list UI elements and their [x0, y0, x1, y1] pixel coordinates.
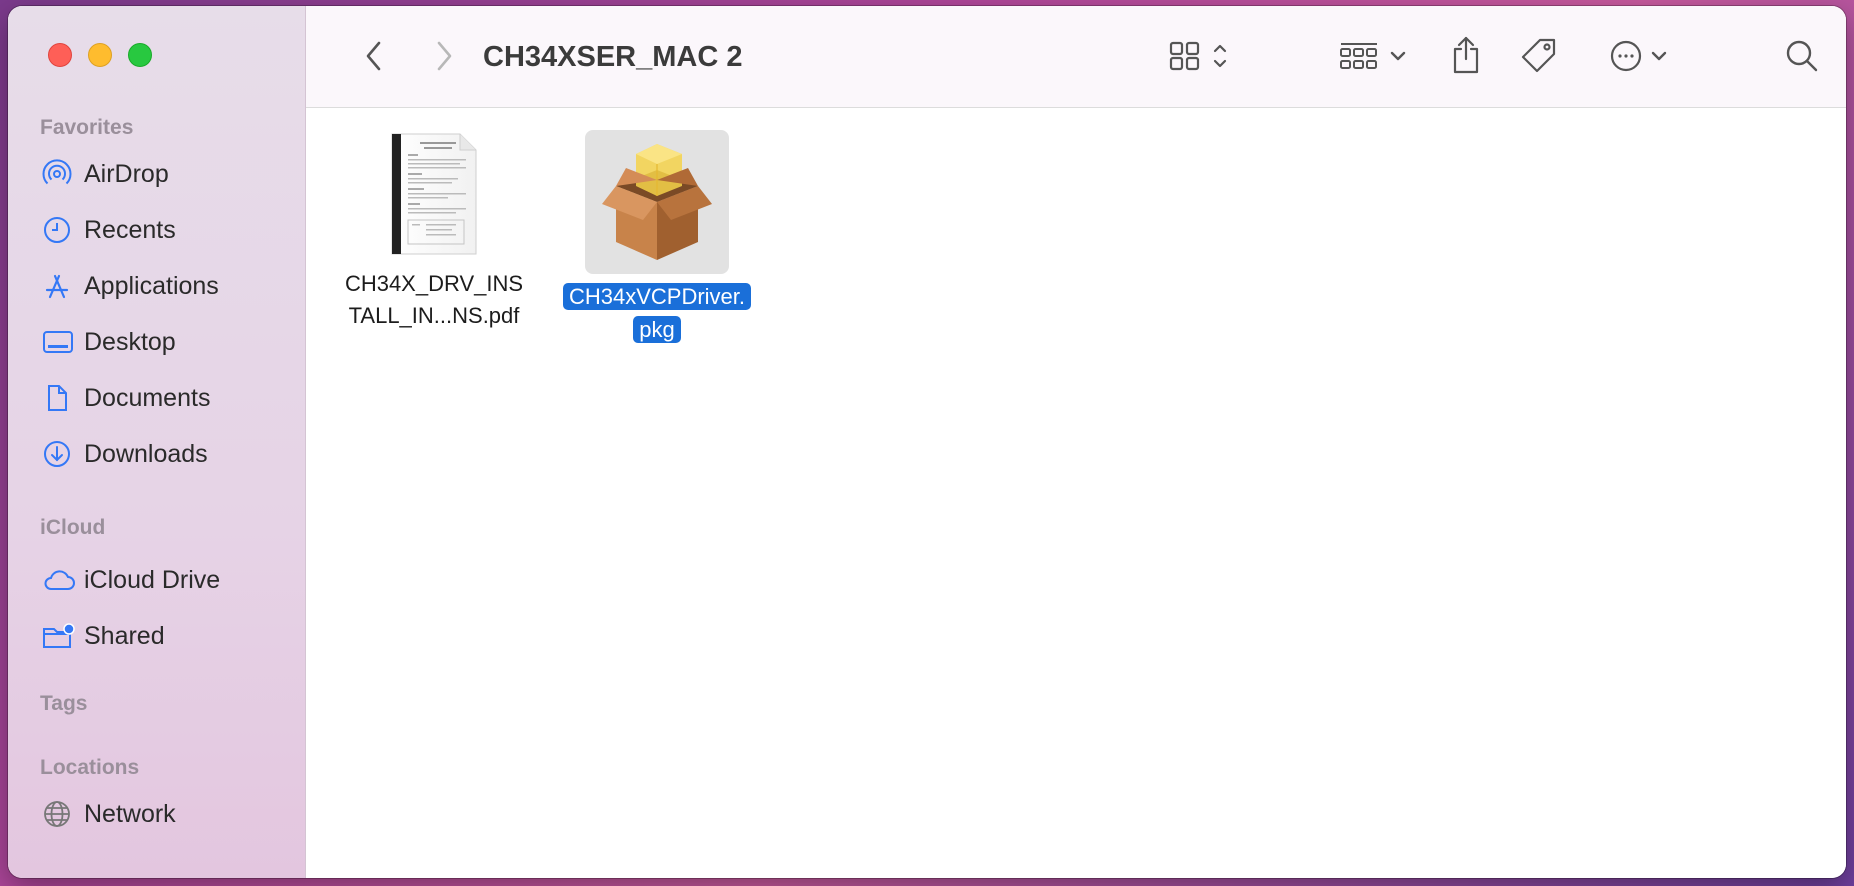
airdrop-icon — [42, 159, 76, 189]
sidebar-item-label: Network — [84, 799, 176, 828]
chevron-left-icon — [366, 41, 381, 71]
window-title: CH34XSER_MAC 2 — [483, 41, 743, 73]
sidebar-item-applications[interactable]: Applications — [42, 264, 292, 308]
toolbar: CH34XSER_MAC 2 — [306, 6, 1846, 108]
window-controls — [48, 43, 152, 67]
sidebar-item-desktop[interactable]: Desktop — [42, 320, 292, 364]
minimize-button[interactable] — [88, 43, 112, 67]
package-icon — [602, 144, 712, 260]
applications-icon — [42, 271, 76, 301]
download-icon — [42, 439, 76, 469]
document-icon — [42, 383, 76, 413]
file-name-line: pkg — [633, 316, 681, 343]
ellipsis-circle-icon — [1610, 40, 1667, 72]
sidebar-item-label: AirDrop — [84, 159, 169, 188]
close-button[interactable] — [48, 43, 72, 67]
chevron-right-icon — [437, 41, 452, 71]
sidebar-item-label: Desktop — [84, 327, 176, 356]
finder-window: Favorites AirDrop Recents Applications D… — [8, 6, 1846, 878]
file-name-line: CH34X_DRV_INS — [344, 271, 524, 296]
cloud-icon — [42, 565, 76, 595]
back-button[interactable] — [356, 36, 392, 76]
sidebar-item-icloud-drive[interactable]: iCloud Drive — [42, 558, 292, 602]
selection-highlight — [585, 130, 729, 274]
search-button[interactable] — [1782, 36, 1822, 76]
zoom-button[interactable] — [128, 43, 152, 67]
sidebar-item-network[interactable]: Network — [42, 792, 292, 836]
search-icon — [1786, 40, 1818, 72]
sidebar: Favorites AirDrop Recents Applications D… — [8, 6, 306, 878]
tags-section-title: Tags — [40, 692, 88, 715]
tag-button[interactable] — [1516, 34, 1562, 78]
sidebar-item-downloads[interactable]: Downloads — [42, 432, 292, 476]
sidebar-item-airdrop[interactable]: AirDrop — [42, 152, 292, 196]
sidebar-item-label: Recents — [84, 215, 176, 244]
sidebar-item-label: Downloads — [84, 439, 208, 468]
desktop-icon — [42, 327, 76, 357]
share-icon — [1453, 36, 1479, 74]
clock-icon — [42, 215, 76, 245]
file-name-line: CH34xVCPDriver. — [562, 283, 752, 310]
view-mode-button[interactable] — [1162, 36, 1242, 76]
file-browser-content: CH34X_DRV_INS TALL_IN...NS.pdf CH34xVCPD… — [306, 108, 1846, 878]
icloud-section-title: iCloud — [40, 516, 106, 539]
sidebar-item-label: Applications — [84, 271, 219, 300]
locations-section-title: Locations — [40, 756, 140, 779]
sidebar-item-label: Shared — [84, 621, 165, 650]
shared-folder-icon — [42, 621, 76, 651]
sidebar-item-documents[interactable]: Documents — [42, 376, 292, 420]
share-button[interactable] — [1444, 32, 1488, 78]
globe-icon — [42, 799, 76, 829]
sidebar-item-label: iCloud Drive — [84, 565, 221, 594]
tag-icon — [1521, 38, 1556, 73]
file-item-pkg[interactable]: CH34xVCPDriver. pkg — [546, 130, 768, 346]
forward-button[interactable] — [426, 36, 462, 76]
more-actions-button[interactable] — [1606, 36, 1682, 76]
file-item-pdf[interactable]: CH34X_DRV_INS TALL_IN...NS.pdf — [334, 130, 534, 332]
group-by-button[interactable] — [1334, 36, 1416, 76]
sidebar-item-shared[interactable]: Shared — [42, 614, 292, 658]
pdf-document-icon — [384, 130, 484, 260]
sidebar-item-recents[interactable]: Recents — [42, 208, 292, 252]
file-name-line: TALL_IN...NS.pdf — [348, 303, 520, 328]
sidebar-item-label: Documents — [84, 383, 211, 412]
group-grid-icon — [1340, 43, 1406, 69]
icon-grid-icon — [1169, 41, 1227, 71]
favorites-section-title: Favorites — [40, 116, 134, 139]
